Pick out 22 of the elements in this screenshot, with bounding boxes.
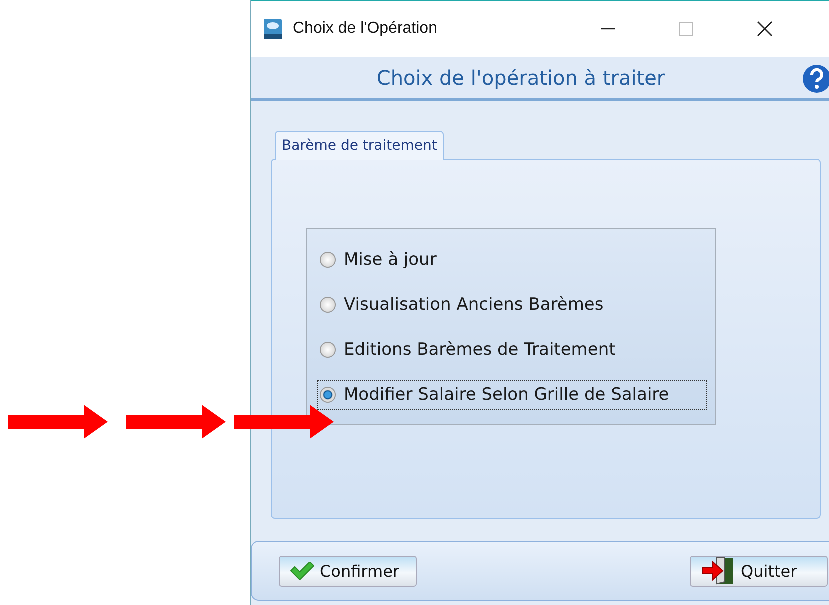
radio-button[interactable] [320,342,336,358]
option-label: Mise à jour [344,250,437,270]
radio-button[interactable] [320,387,336,403]
close-icon[interactable] [757,21,773,37]
exit-door-icon [701,557,735,585]
option-label: Visualisation Anciens Barèmes [344,295,604,315]
radio-button[interactable] [320,252,336,268]
tab[interactable]: Barème de traitement [275,131,444,160]
radio-option[interactable]: Modifier Salaire Selon Grille de Salaire [317,380,707,410]
window-title: Choix de l'Opération [293,20,438,38]
confirm-button[interactable]: Confirmer [279,556,417,586]
app-icon [263,18,283,40]
help-icon[interactable] [802,64,829,94]
checkmark-icon [290,562,314,580]
option-label: Modifier Salaire Selon Grille de Salaire [344,385,670,405]
radio-option[interactable]: Visualisation Anciens Barèmes [317,290,707,320]
dialog-heading: Choix de l'opération à traiter [376,66,666,90]
radio-option[interactable]: Mise à jour [317,245,707,275]
quit-button[interactable]: Quitter [690,556,828,586]
option-label: Editions Barèmes de Traitement [344,340,616,360]
radio-button[interactable] [320,297,336,313]
radio-option[interactable]: Editions Barèmes de Traitement [317,335,707,365]
